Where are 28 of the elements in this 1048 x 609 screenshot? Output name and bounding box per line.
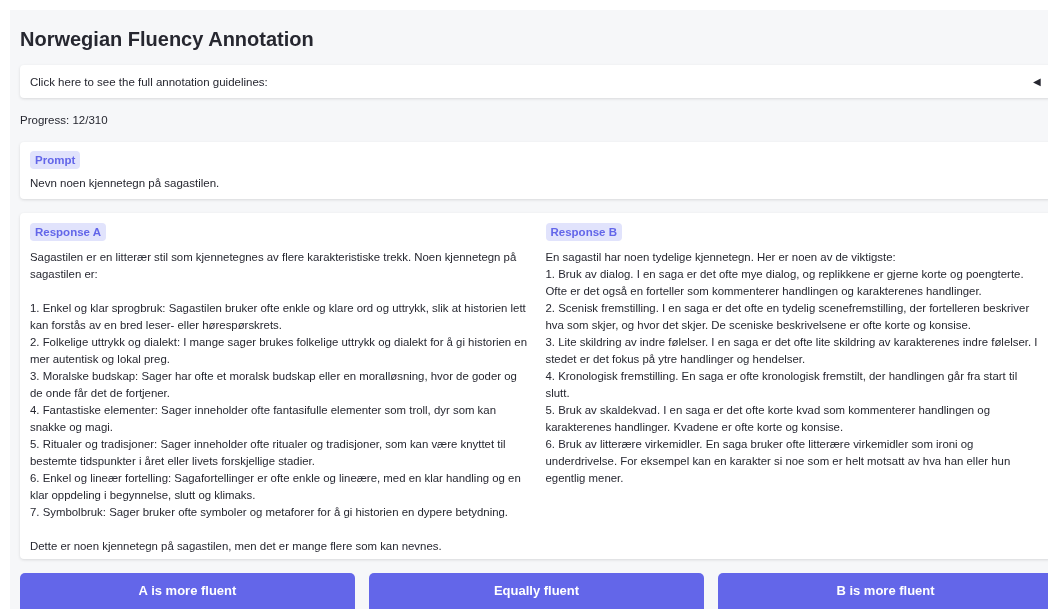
guidelines-expander[interactable]: Click here to see the full annotation guidelines: ◀	[20, 65, 1048, 98]
response-line: 3. Moralske budskap: Sager har ofte et moralsk budskap eller en moralløsning, hvor de goder og de onde får det de fortjener.	[30, 369, 518, 401]
response-line: En sagastil har noen tydelige kjennetegn. Her er noen av de viktigste:	[545, 250, 897, 265]
response-line: 3. Lite skildring av indre følelser. I en saga er det ofte lite skildring av karakterenes indre følelser. I stedet er det fokus på ytre handlinger og hendelser.	[545, 335, 1039, 367]
response-line: 4. Fantastiske elementer: Sager inneholder ofte fantasifulle elementer som troll, dyr som kan snakke og magi.	[30, 403, 497, 435]
prompt-badge: Prompt	[30, 151, 81, 169]
response-line: 1. Enkel og klar sprogbruk: Sagastilen bruker ofte enkle og klare ord og uttrykk, slik at historien lett kan forstås av en bred leser- eller hørespørskrets.	[30, 301, 527, 333]
response-line: 2. Scenisk fremstilling. I en saga er det ofte en tydelig scenefremstilling, der fortelleren beskriver hva som skjer, og hvor det skjer. De sceniske beskrivelsene er ofte korte og konsise.	[545, 301, 1031, 333]
response-line: 6. Enkel og lineær fortelling: Sagafortellinger er ofte enkle og lineære, med en klar handling og en klar oppdeling i begynnelse, slutt og klimaks.	[30, 471, 522, 503]
response-line: 6. Bruk av litterære virkemidler. En saga bruker ofte litterære virkemidler som ironi og underdrivelse. For eksempel kan en karakter si noe som er helt motsatt av hva han eller hun egentlig mener.	[545, 437, 1012, 486]
prompt-text: Nevn noen kjennetegn på sagastilen.	[30, 177, 220, 189]
response-badge: Response A	[30, 223, 107, 241]
response-line: 4. Kronologisk fremstilling. En saga er ofte kronologisk fremstilt, der handlingen går fra start til slutt.	[545, 369, 1019, 401]
response-badge: Response B	[545, 223, 622, 241]
choice-button[interactable]: A is more fluent	[20, 573, 355, 609]
response-line: 2. Folkelige uttrykk og dialekt: I mange sager brukes folkelige uttrykk og dialekt for å gi historien en mer autentisk og lokal preg.	[30, 335, 528, 367]
response-line: 5. Ritualer og tradisjoner: Sager inneholder ofte ritualer og tradisjoner, som kan være knyttet til bestemte tidspunkter i året eller livets forskjellige stadier.	[30, 437, 507, 469]
progress-text: Progress: 12/310	[20, 114, 109, 126]
response-line: Dette er noen kjennetegn på sagastilen, men det er mange flere som kan nevnes.	[30, 539, 443, 554]
choice-button[interactable]: Equally fluent	[369, 573, 704, 609]
response-line: 7. Symbolbruk: Sager bruker ofte symboler og metaforer for å gi historien en dypere betydning.	[30, 505, 510, 520]
guidelines-label: Click here to see the full annotation guidelines:	[30, 75, 268, 88]
response-line: 1. Bruk av dialog. I en saga er det ofte mye dialog, og replikkene er gjerne korte og poengterte. Ofte er det også en forteller som kommenterer handlingen og karakterenes handlinger.	[545, 267, 1025, 299]
choice-button[interactable]: B is more fluent	[718, 573, 1048, 609]
response-line: 5. Bruk av skaldekvad. I en saga er det ofte korte kvad som kommenterer handlingen og karakterenes handlinger. Kvadene er ofte korte og konsise.	[545, 403, 991, 435]
page-title: Norwegian Fluency Annotation	[20, 28, 315, 51]
expand-toggle[interactable]: ◀	[1033, 76, 1041, 87]
response-line: Sagastilen er en litterær stil som kjennetegnes av flere karakteristiske trekk. Noen kjennetegn på sagastilen er:	[30, 250, 518, 282]
